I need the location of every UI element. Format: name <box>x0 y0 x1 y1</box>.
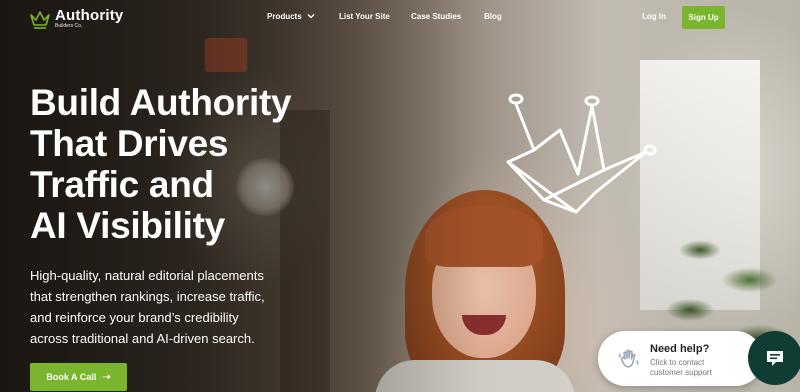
headline-line: Build Authority <box>30 82 292 123</box>
nav-item-blog[interactable]: Blog <box>484 12 502 21</box>
chat-launcher-button[interactable] <box>748 331 800 385</box>
headline-line: That Drives <box>30 123 229 164</box>
crown-doodle-icon <box>506 93 657 214</box>
brand-logo[interactable]: Authority Builders Co. <box>29 8 123 29</box>
chat-bubble-icon <box>767 351 783 366</box>
nav-item-case-studies[interactable]: Case Studies <box>411 12 461 21</box>
subtext-line: that strengthen rankings, increase traff… <box>30 289 265 304</box>
headline-line: Traffic and <box>30 164 214 205</box>
hero-subtext: High-quality, natural editorial placemen… <box>30 265 300 349</box>
chevron-down-icon <box>307 14 315 19</box>
hero-headline: Build Authority That Drives Traffic and … <box>30 82 330 246</box>
nav-item-list-your-site[interactable]: List Your Site <box>339 12 390 21</box>
headline-line: AI Visibility <box>30 205 225 246</box>
nav-item-products[interactable]: Products <box>267 12 315 21</box>
logo-title: Authority <box>55 7 124 24</box>
crown-logo-icon <box>30 10 50 29</box>
login-link[interactable]: Log In <box>642 12 666 21</box>
book-a-call-button[interactable]: Book A Call ➝ <box>30 363 127 391</box>
subtext-line: and reinforce your brand’s credibility <box>30 310 239 325</box>
nav-item-label: Products <box>267 12 302 21</box>
help-subtitle: Click to contact customer support <box>650 358 712 378</box>
help-subtitle-line: customer support <box>650 368 712 377</box>
logo-subtitle: Builders Co. <box>55 23 83 29</box>
help-widget[interactable]: Need help? Click to contact customer sup… <box>598 331 763 386</box>
help-title: Need help? <box>650 343 710 355</box>
subtext-line: across traditional and AI-driven search. <box>30 331 255 346</box>
signup-button[interactable]: Sign Up <box>682 6 725 29</box>
arrow-right-icon: ➝ <box>102 371 111 383</box>
top-navigation: Authority Builders Co. Products List You… <box>0 0 800 36</box>
help-subtitle-line: Click to contact <box>650 358 705 367</box>
cta-label: Book A Call <box>46 372 97 382</box>
subtext-line: High-quality, natural editorial placemen… <box>30 268 264 283</box>
waving-hand-icon <box>618 349 639 368</box>
